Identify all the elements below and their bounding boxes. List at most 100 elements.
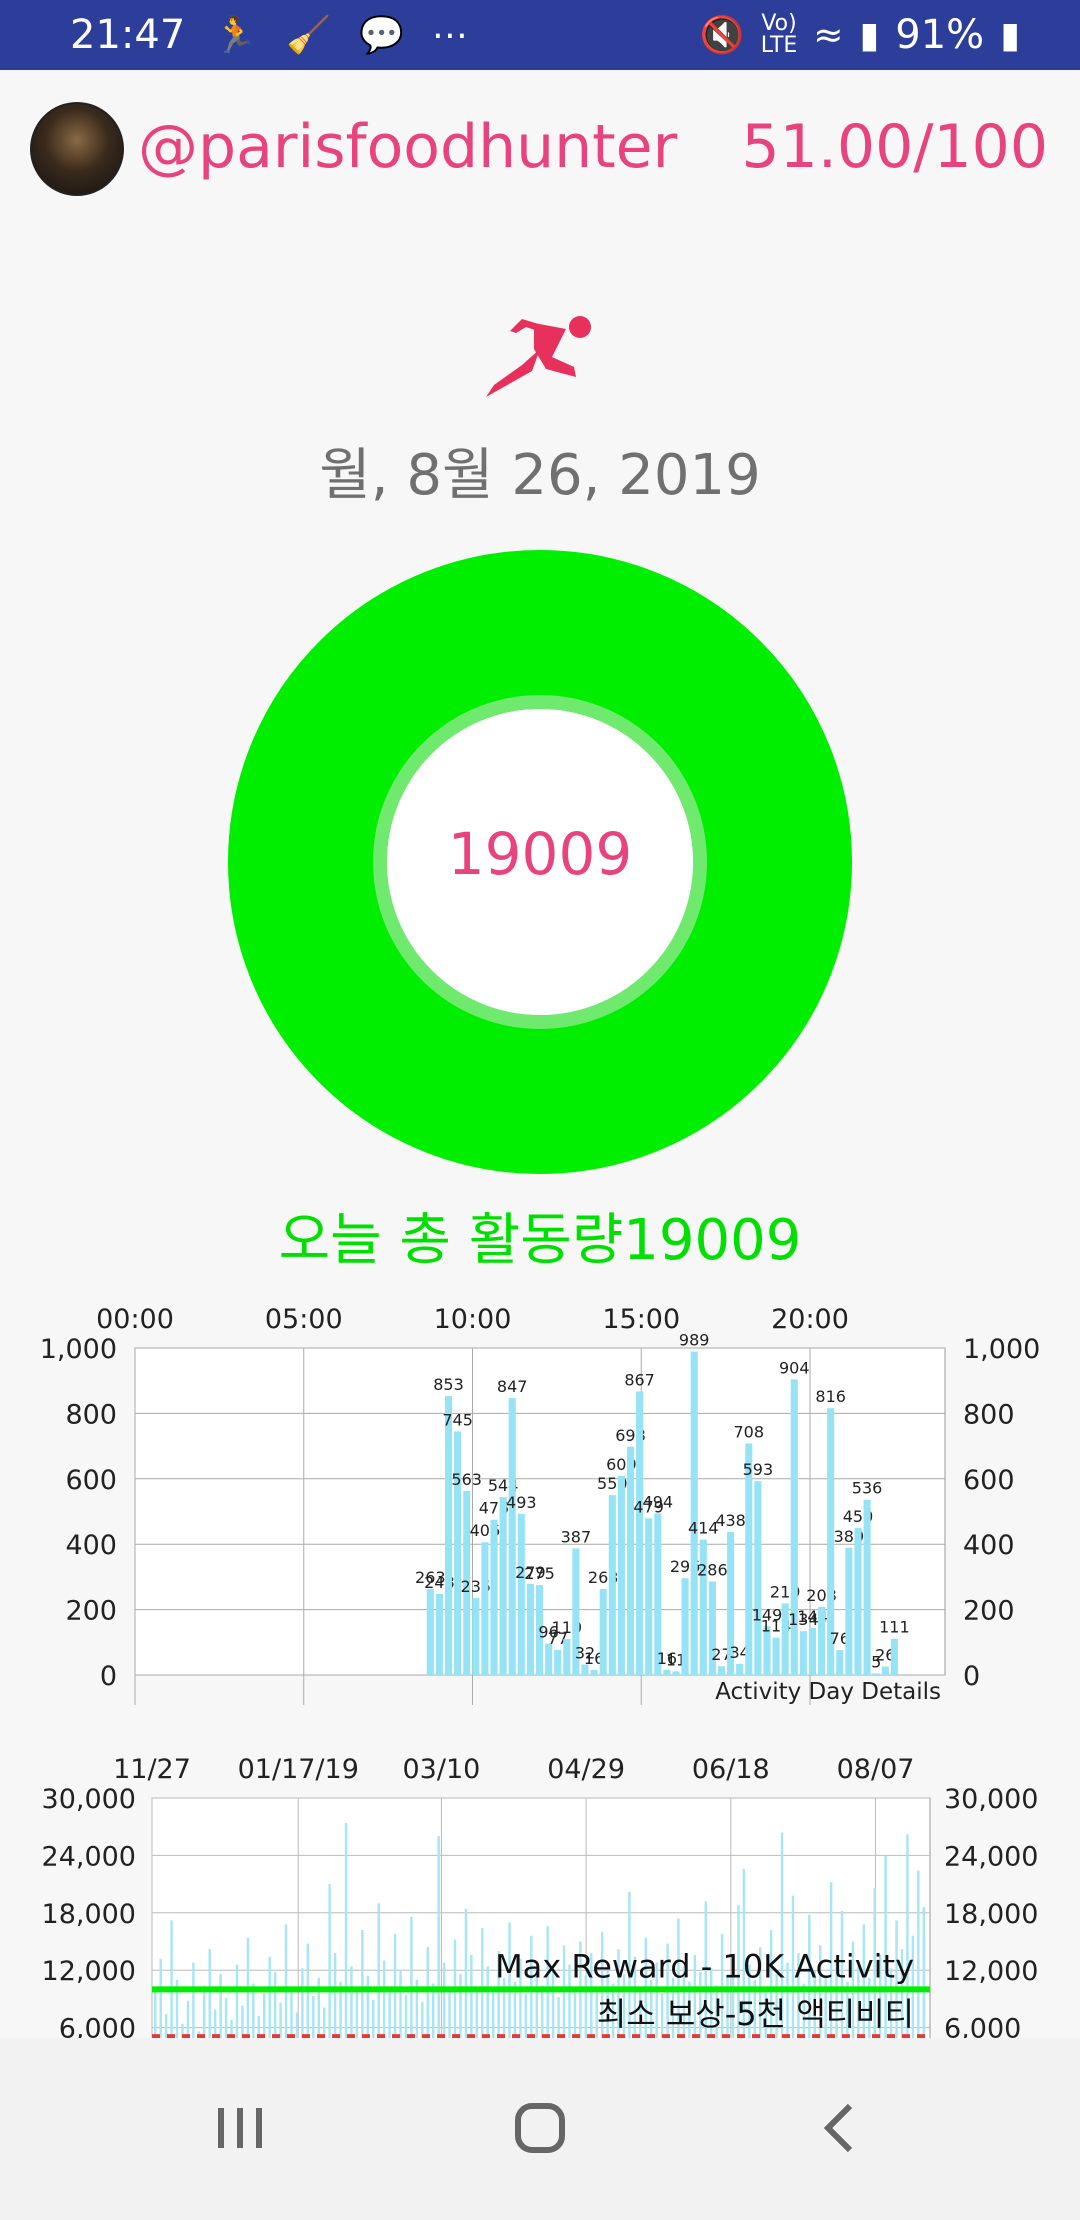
date-label: 월, 8월 26, 2019 (319, 443, 761, 508)
bar (164, 2014, 168, 2040)
bar (219, 1974, 222, 2040)
runner-icon (486, 316, 591, 397)
bar (399, 1970, 402, 2040)
bar (808, 1627, 817, 1675)
bar (541, 1985, 544, 2040)
data-label: 816 (815, 1387, 846, 1406)
bar (410, 1916, 413, 2040)
bar (312, 1996, 315, 2040)
today-total-label: 오늘 총 활동량19009 (278, 1208, 802, 1273)
status-bar: 21:47 🏃 🧹 💬 ⋯ 🔇 Vo) LTE ≈ ▮ 91% ▮ (0, 0, 1080, 70)
data-label: 745 (442, 1410, 473, 1429)
min-reward-label: 최소 보상-5천 액티비티 (597, 1995, 914, 2033)
bar (499, 1497, 507, 1675)
y-tick-label-right: 600 (963, 1465, 1015, 1496)
x-tick-label: 10:00 (434, 1304, 512, 1335)
bar (672, 1671, 680, 1675)
bar (295, 2012, 299, 2040)
avatar[interactable] (30, 102, 124, 196)
wifi-icon: ≈ (813, 14, 844, 56)
bar (224, 1997, 228, 2040)
y-tick-label-left: 18,000 (42, 1899, 136, 1930)
bar (845, 1547, 853, 1675)
bar (372, 1999, 375, 2040)
bar (486, 1966, 489, 2040)
day-activity-chart: 00:00 05:00 10:00 15:00 20:00 0 0 200 200 400 400 6… (40, 1304, 1040, 1705)
bar (881, 1666, 889, 1675)
x-tick-label: 06/18 (692, 1754, 770, 1785)
x-tick-label: 20:00 (771, 1304, 849, 1335)
bar (208, 1949, 211, 2040)
bar (836, 1650, 844, 1675)
bar (442, 1962, 446, 2040)
x-tick-label: 15:00 (602, 1304, 680, 1335)
bar (645, 1518, 653, 1675)
battery-icon: ▮ (1000, 14, 1020, 56)
cleaner-icon: 🧹 (286, 15, 331, 56)
volte-icon: Vo) LTE (760, 11, 798, 58)
chat-icon: 💬 (358, 15, 404, 56)
username[interactable]: @parisfoodhunter (138, 112, 677, 182)
bar (524, 1994, 528, 2040)
bar (863, 1499, 871, 1675)
y-tick-label-right: 30,000 (944, 1784, 1038, 1815)
y-tick-label-right: 1,000 (963, 1334, 1040, 1365)
bar (517, 1513, 525, 1675)
data-label: 111 (879, 1618, 910, 1637)
bar (584, 1975, 588, 2040)
score: 51.00/100 (741, 112, 1048, 182)
status-right: 🔇 Vo) LTE ≈ ▮ 91% ▮ (700, 12, 1020, 58)
navigation-bar (0, 2038, 1080, 2220)
bar (154, 1991, 157, 2040)
runner-icon: 🏃 (213, 15, 259, 56)
y-tick-label-right: 0 (963, 1661, 980, 1692)
bar (626, 1446, 635, 1675)
bar (361, 1930, 364, 2040)
bar (284, 1924, 288, 2040)
bar (717, 1666, 726, 1675)
y-tick-label-right: 800 (963, 1399, 1015, 1430)
bar (454, 1431, 462, 1675)
y-tick-label-left: 0 (100, 1661, 117, 1692)
y-tick-label-right: 400 (963, 1530, 1015, 1561)
bar (301, 1968, 304, 2040)
x-tick-label: 04/29 (547, 1754, 625, 1785)
history-activity-chart: 11/27 01/17/19 03/10 04/29 06/18 08/07 6,000 6,… (42, 1754, 1038, 2040)
bar (382, 1960, 386, 2040)
donut-value: 19009 (447, 820, 633, 888)
y-tick-label-left: 6,000 (59, 2014, 136, 2040)
bar (608, 1495, 616, 1675)
bar (681, 1578, 689, 1675)
data-label: 989 (679, 1331, 710, 1350)
bar (545, 1643, 553, 1675)
y-tick-label-right: 18,000 (944, 1899, 1038, 1930)
bar (563, 1639, 571, 1675)
bar (573, 1989, 577, 2040)
bar (526, 1583, 534, 1675)
bar (388, 1986, 391, 2040)
x-tick-label: 05:00 (265, 1304, 343, 1335)
bar (922, 1907, 926, 2040)
y-tick-label-right: 24,000 (944, 1841, 1038, 1872)
bar (170, 1920, 173, 2040)
bar (663, 1669, 671, 1675)
data-label: 494 (643, 1492, 674, 1511)
back-icon[interactable] (800, 2088, 880, 2168)
bar (772, 1637, 780, 1675)
bar (328, 1884, 331, 2040)
recent-apps-icon[interactable] (200, 2088, 280, 2168)
bar (508, 1398, 516, 1675)
data-label: 847 (497, 1377, 528, 1396)
data-label: 563 (451, 1470, 482, 1489)
data-label: 387 (561, 1527, 592, 1546)
bar (404, 1995, 408, 2040)
bar (268, 1956, 271, 2040)
y-tick-label-left: 24,000 (42, 1841, 136, 1872)
y-tick-label-left: 12,000 (42, 1956, 136, 1987)
bar (333, 1952, 337, 2040)
home-icon[interactable] (500, 2088, 580, 2168)
bar (437, 1836, 440, 2040)
data-label: 708 (734, 1422, 765, 1441)
x-tick-label: 11/27 (113, 1754, 191, 1785)
bar (475, 1988, 479, 2040)
